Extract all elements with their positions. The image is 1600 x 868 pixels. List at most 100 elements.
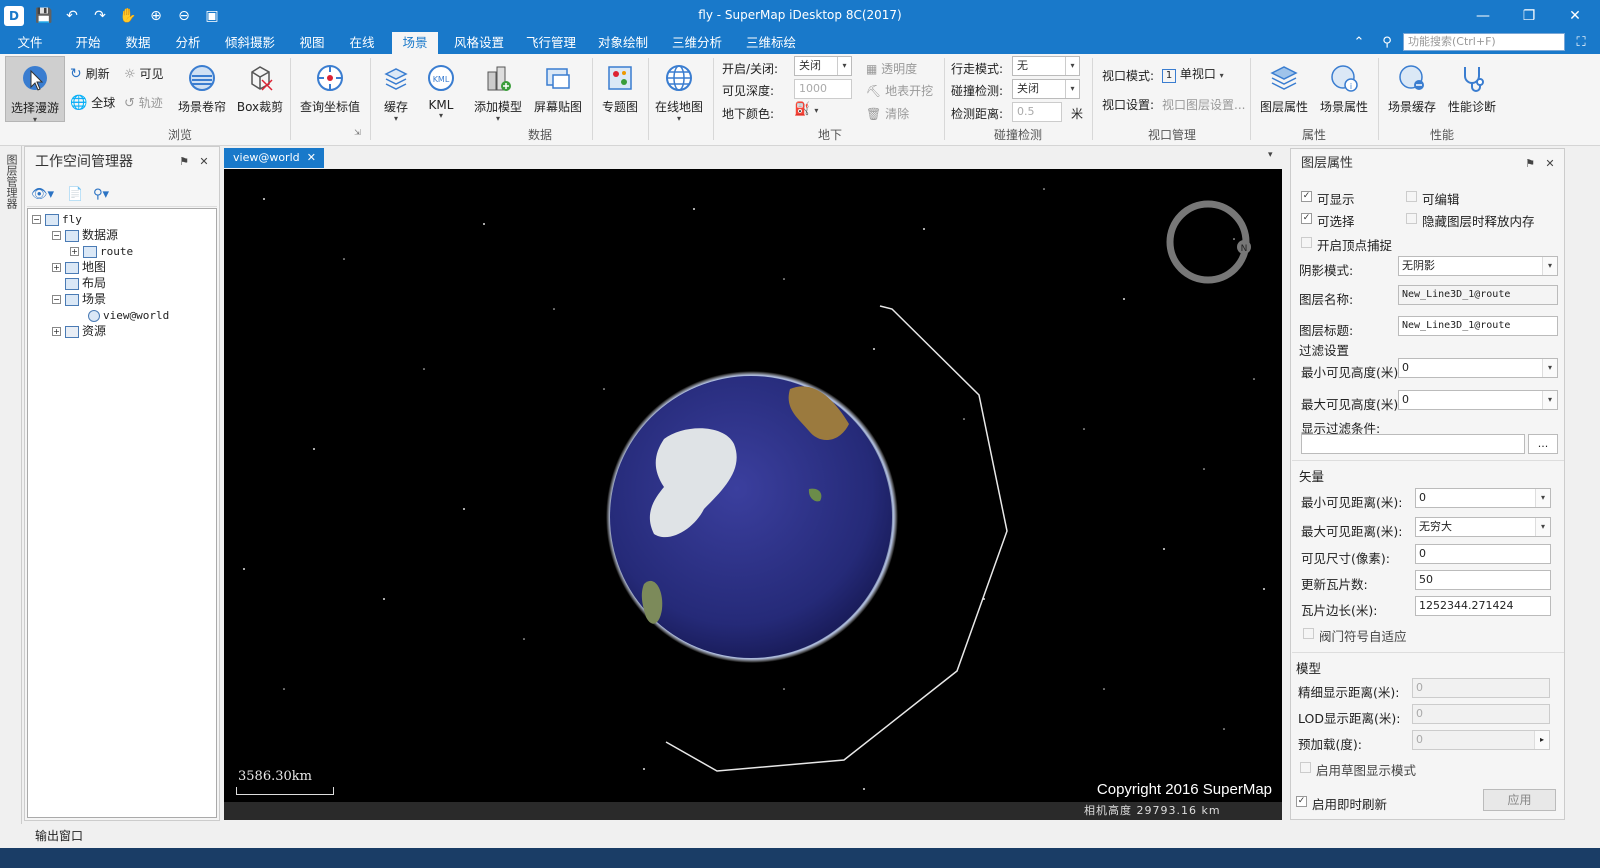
- tile-length-input[interactable]: 1252344.271424: [1415, 596, 1551, 616]
- tree-node-view[interactable]: view@world: [88, 307, 169, 323]
- release-memory-checkbox[interactable]: [1406, 213, 1417, 224]
- detail-dist-input[interactable]: 0: [1412, 678, 1550, 698]
- doc-tabs-dropdown-icon[interactable]: ▾: [1268, 150, 1273, 160]
- max-dist-select[interactable]: 无穷大 ▾: [1415, 517, 1551, 537]
- close-icon[interactable]: ✕: [1543, 157, 1557, 171]
- tab-analysis[interactable]: 分析: [166, 32, 210, 54]
- tab-3d-plot[interactable]: 三维标绘: [738, 32, 804, 54]
- preload-input[interactable]: 0 ▸: [1412, 730, 1550, 750]
- tab-flight[interactable]: 飞行管理: [518, 32, 584, 54]
- visible-checkbox[interactable]: ✓: [1301, 191, 1312, 202]
- filter-cond-button[interactable]: ...: [1528, 434, 1558, 454]
- transparency-button[interactable]: ▦ 透明度: [866, 60, 917, 77]
- tree-node-scene[interactable]: − 场景: [52, 291, 106, 307]
- tab-file[interactable]: 文件: [8, 32, 52, 54]
- fullscreen-icon[interactable]: ⛶: [1572, 34, 1590, 52]
- kml-button[interactable]: KML KML ▾: [420, 56, 462, 120]
- update-tiles-input[interactable]: 50: [1415, 570, 1551, 590]
- expand-icon[interactable]: +: [52, 327, 61, 336]
- walk-mode-select[interactable]: 无 ▾: [1012, 56, 1080, 76]
- close-button[interactable]: ✕: [1560, 4, 1590, 28]
- viewport-mode-dropdown[interactable]: 1 单视口 ▾: [1162, 65, 1224, 83]
- valve-adapt-checkbox[interactable]: [1303, 628, 1314, 639]
- collision-detect-select[interactable]: 关闭 ▾: [1012, 79, 1080, 99]
- scene-cache-button[interactable]: 场景缓存: [1384, 56, 1440, 115]
- screen-paste-button[interactable]: 屏幕贴图: [530, 56, 586, 115]
- output-window-tab[interactable]: 输出窗口: [35, 827, 83, 844]
- tab-style[interactable]: 风格设置: [446, 32, 512, 54]
- close-icon[interactable]: ✕: [197, 155, 211, 169]
- tree-node-route[interactable]: + route: [70, 243, 133, 259]
- vertex-snap-checkbox[interactable]: [1301, 237, 1312, 248]
- tab-view[interactable]: 视图: [290, 32, 334, 54]
- cache-button[interactable]: 缓存 ▾: [374, 56, 418, 123]
- document-icon[interactable]: 📄: [67, 187, 83, 202]
- tree-node-resource[interactable]: + 资源: [52, 323, 106, 339]
- shadow-mode-select[interactable]: 无阴影 ▾: [1398, 256, 1558, 276]
- min-height-select[interactable]: 0 ▾: [1398, 358, 1558, 378]
- query-coord-button[interactable]: 查询坐标值: [296, 56, 364, 115]
- layer-props-button[interactable]: 图层属性: [1256, 56, 1312, 115]
- sketch-mode-checkbox[interactable]: [1300, 762, 1311, 773]
- box-clip-button[interactable]: Box裁剪: [234, 56, 286, 115]
- scene-viewport[interactable]: N 3586.30km Copyright 2016 SuperMap 相机高度…: [224, 169, 1282, 820]
- viewport-layer-settings-link[interactable]: 视口图层设置...: [1162, 96, 1245, 113]
- search-icon[interactable]: ⚲▾: [93, 187, 109, 202]
- lod-dist-input[interactable]: 0: [1412, 704, 1550, 724]
- instant-refresh-checkbox[interactable]: ✓: [1296, 796, 1307, 807]
- visible-depth-input[interactable]: 1000: [794, 79, 852, 99]
- chevron-right-icon[interactable]: ▸: [1534, 731, 1549, 749]
- collapse-ribbon-icon[interactable]: ⌃: [1350, 34, 1368, 52]
- expand-icon[interactable]: +: [70, 247, 79, 256]
- tab-start[interactable]: 开始: [66, 32, 110, 54]
- layer-caption-field[interactable]: New_Line3D_1@route: [1398, 316, 1558, 336]
- tree-node-layout[interactable]: 布局: [65, 275, 106, 291]
- online-map-button[interactable]: 在线地图 ▾: [652, 56, 706, 123]
- refresh-button[interactable]: ↻ 刷新: [70, 65, 110, 82]
- visible-size-input[interactable]: 0: [1415, 544, 1551, 564]
- clear-button[interactable]: 🗑 清除: [866, 105, 909, 122]
- tab-online[interactable]: 在线: [340, 32, 384, 54]
- selectable-checkbox[interactable]: ✓: [1301, 213, 1312, 224]
- editable-checkbox[interactable]: [1406, 191, 1417, 202]
- visible-button[interactable]: ☼ 可见: [124, 65, 164, 82]
- select-roam-button[interactable]: 选择漫游 ▾: [5, 56, 65, 124]
- track-button[interactable]: ↺ 轨迹: [124, 94, 163, 111]
- tab-data[interactable]: 数据: [116, 32, 160, 54]
- collapse-icon[interactable]: −: [52, 295, 61, 304]
- globe-button[interactable]: 🌐 全球: [70, 94, 115, 111]
- expand-icon[interactable]: +: [52, 263, 61, 272]
- pin-icon[interactable]: ⚑: [1523, 157, 1537, 171]
- search-input[interactable]: 功能搜索(Ctrl+F): [1403, 33, 1565, 51]
- layer-name-field[interactable]: New_Line3D_1@route: [1398, 285, 1558, 305]
- maximize-button[interactable]: ❐: [1514, 4, 1544, 28]
- collapse-icon[interactable]: −: [32, 215, 41, 224]
- color-picker-button[interactable]: ⛽ ▾: [794, 102, 818, 117]
- tab-scene[interactable]: 场景: [392, 32, 438, 54]
- tree-node-datasource[interactable]: − 数据源: [52, 227, 118, 243]
- max-height-select[interactable]: 0 ▾: [1398, 390, 1558, 410]
- tab-3d-analysis[interactable]: 三维分析: [664, 32, 730, 54]
- underground-onoff-select[interactable]: 关闭 ▾: [794, 56, 852, 76]
- close-icon[interactable]: ✕: [307, 148, 316, 168]
- filter-cond-field[interactable]: [1301, 434, 1525, 454]
- tree-node-root[interactable]: − fly: [32, 211, 82, 227]
- tree-node-map[interactable]: + 地图: [52, 259, 106, 275]
- surface-dig-button[interactable]: ⛏ 地表开挖: [866, 82, 933, 99]
- open-workspace-icon[interactable]: 👁▾: [31, 187, 54, 202]
- doc-tab-view-world[interactable]: view@world ✕: [224, 148, 324, 168]
- tab-draw[interactable]: 对象绘制: [590, 32, 656, 54]
- collapse-icon[interactable]: −: [52, 231, 61, 240]
- scene-canvas[interactable]: N: [224, 169, 1282, 820]
- compass-icon[interactable]: N: [1166, 200, 1251, 284]
- layer-manager-tab[interactable]: 图层管理器: [4, 154, 18, 209]
- apply-button[interactable]: 应用: [1483, 789, 1556, 811]
- scene-roll-button[interactable]: 场景卷帘: [176, 56, 228, 115]
- tab-oblique[interactable]: 倾斜摄影: [218, 32, 282, 54]
- minimize-button[interactable]: —: [1468, 4, 1498, 28]
- pin-icon[interactable]: ⚑: [177, 155, 191, 169]
- detect-distance-input[interactable]: 0.5: [1012, 102, 1062, 122]
- group-launcher-icon[interactable]: ⇲: [354, 128, 361, 137]
- add-model-button[interactable]: 添加模型 ▾: [470, 56, 526, 123]
- scene-props-button[interactable]: i 场景属性: [1316, 56, 1372, 115]
